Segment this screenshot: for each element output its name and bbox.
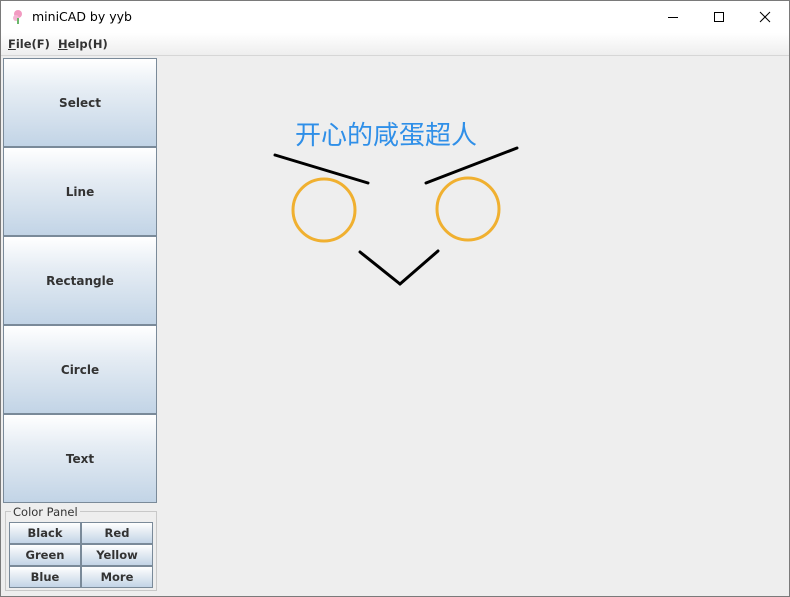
mouth-right-line[interactable]: [398, 249, 440, 286]
app-window: miniCAD by yyb File(F) Help(H) Select Li…: [0, 0, 790, 597]
minimize-icon: [668, 17, 678, 18]
menu-help-mnemonic: H: [58, 37, 68, 51]
color-panel: Color Panel Black Red Green Yellow Blue …: [5, 505, 157, 591]
select-tool-button[interactable]: Select: [3, 58, 157, 147]
color-button-grid: Black Red Green Yellow Blue More: [9, 522, 153, 588]
menu-help[interactable]: Help(H): [58, 37, 108, 51]
menu-file-label: ile(F): [15, 37, 50, 51]
app-icon: [13, 10, 22, 24]
drawing-canvas[interactable]: 开心的咸蛋超人: [158, 57, 789, 596]
mouth-left-line[interactable]: [358, 250, 402, 286]
canvas-text-shape[interactable]: 开心的咸蛋超人: [295, 115, 477, 152]
close-icon: [759, 11, 771, 23]
color-panel-title: Color Panel: [11, 505, 80, 519]
select-tool-label: Select: [59, 95, 101, 110]
color-green-button[interactable]: Green: [9, 544, 81, 566]
color-blue-button[interactable]: Blue: [9, 566, 81, 588]
text-tool-button[interactable]: Text: [3, 414, 157, 503]
color-yellow-button[interactable]: Yellow: [81, 544, 153, 566]
line-tool-label: Line: [65, 184, 95, 199]
window-title: miniCAD by yyb: [32, 9, 132, 24]
minimize-button[interactable]: [650, 1, 696, 33]
menu-file-mnemonic: F: [8, 37, 16, 51]
color-black-button[interactable]: Black: [9, 522, 81, 544]
close-button[interactable]: [742, 1, 788, 33]
left-eye-circle[interactable]: [291, 177, 357, 243]
title-bar[interactable]: miniCAD by yyb: [1, 1, 789, 33]
maximize-button[interactable]: [696, 1, 742, 33]
circle-tool-label: Circle: [60, 362, 100, 377]
rectangle-tool-button[interactable]: Rectangle: [3, 236, 157, 325]
color-more-button[interactable]: More: [81, 566, 153, 588]
circle-tool-button[interactable]: Circle: [3, 325, 157, 414]
menu-bar: File(F) Help(H): [1, 33, 789, 56]
rectangle-tool-label: Rectangle: [46, 273, 114, 288]
maximize-icon: [714, 12, 724, 22]
text-tool-label: Text: [65, 451, 95, 466]
menu-file[interactable]: File(F): [8, 37, 50, 51]
tool-palette: Select Line Rectangle Circle Text: [3, 58, 157, 503]
right-eye-circle[interactable]: [435, 176, 501, 242]
menu-help-label: elp(H): [67, 37, 108, 51]
line-tool-button[interactable]: Line: [3, 147, 157, 236]
color-red-button[interactable]: Red: [81, 522, 153, 544]
